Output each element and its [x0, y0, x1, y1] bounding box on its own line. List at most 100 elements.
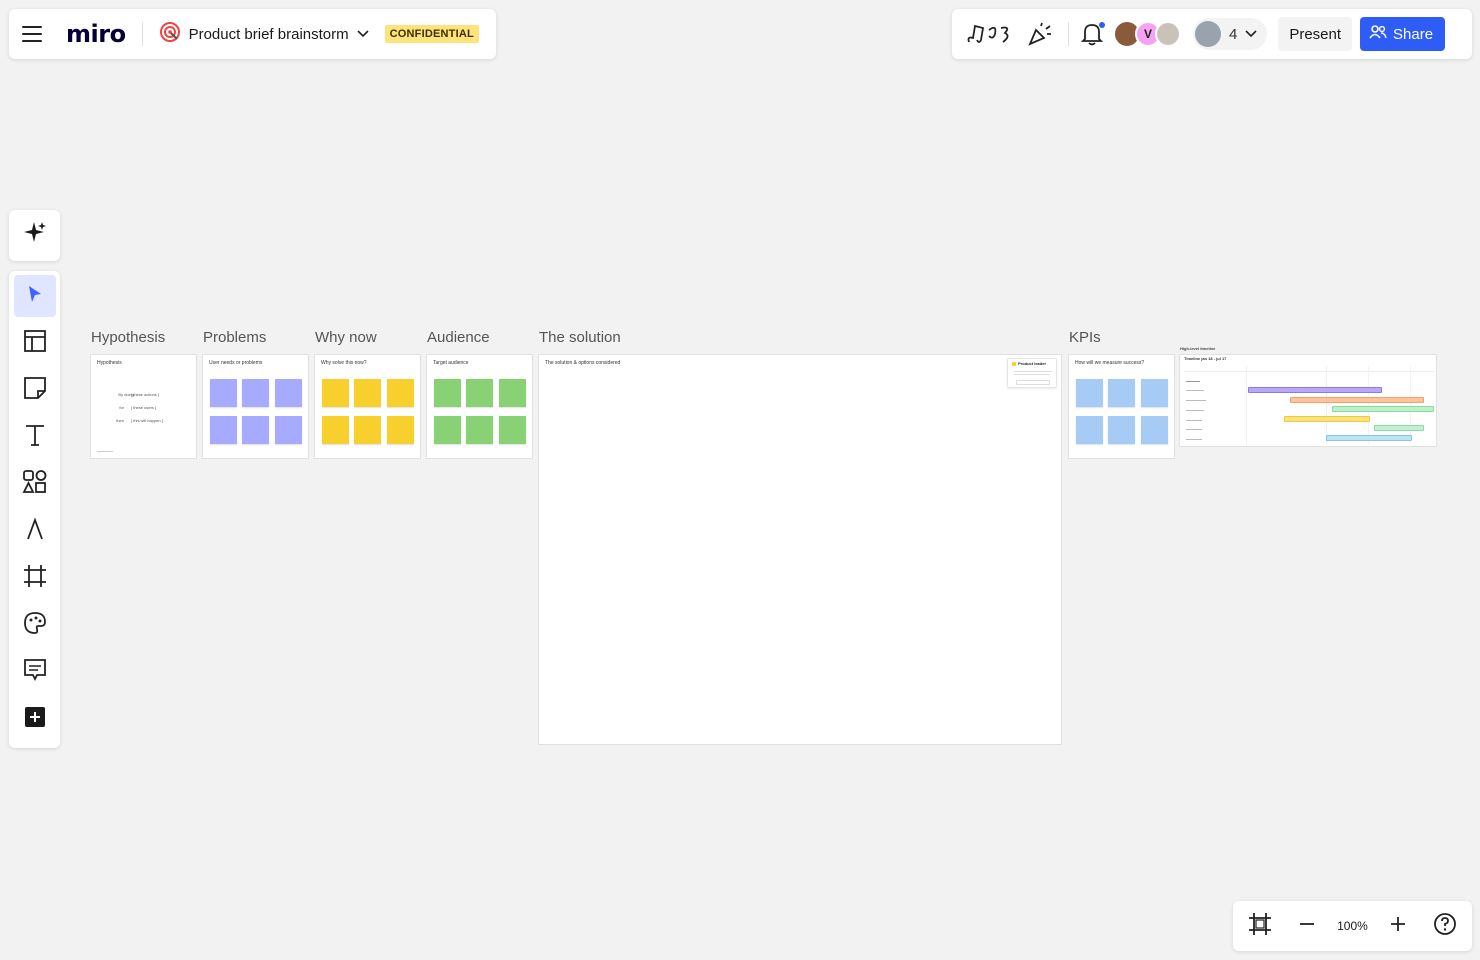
- timeline-bar[interactable]: [1374, 425, 1424, 431]
- sticky-note[interactable]: [1108, 379, 1135, 407]
- text-tool[interactable]: [14, 416, 56, 458]
- plus-icon: [1389, 915, 1407, 938]
- card-button[interactable]: [1016, 380, 1050, 385]
- select-tool[interactable]: [13, 275, 56, 317]
- timeline-bar[interactable]: [1332, 406, 1434, 412]
- more-apps-tool[interactable]: [14, 698, 56, 740]
- frame-title: The solution & options considered: [545, 360, 621, 366]
- help-icon: [1433, 912, 1457, 941]
- avatar[interactable]: [1155, 21, 1181, 47]
- timeline-row-label: [1186, 381, 1200, 382]
- sticky-note[interactable]: [1076, 379, 1103, 407]
- templates-tool[interactable]: [14, 322, 56, 364]
- sticky-note[interactable]: [322, 416, 349, 444]
- ai-assist-button[interactable]: [9, 210, 60, 261]
- sticky-note[interactable]: [434, 416, 461, 444]
- collaborator-count: 4: [1229, 25, 1238, 43]
- zoom-out-button[interactable]: [1290, 909, 1324, 943]
- collaborator-avatars[interactable]: V: [1113, 20, 1181, 48]
- music-icon[interactable]: [964, 22, 1014, 46]
- board-title[interactable]: Product brief brainstorm: [189, 26, 349, 43]
- comment-tool[interactable]: [14, 651, 56, 693]
- sticky-note[interactable]: [1141, 416, 1168, 444]
- sticky-note[interactable]: [242, 379, 269, 407]
- timeline-row-label: [1186, 420, 1202, 421]
- sticky-note-tool[interactable]: [14, 369, 56, 411]
- miro-logo[interactable]: miro: [66, 20, 126, 48]
- celebrate-icon[interactable]: [1022, 21, 1058, 47]
- sticky-note[interactable]: [387, 416, 414, 444]
- sticky-note[interactable]: [354, 379, 381, 407]
- help-button[interactable]: [1428, 909, 1462, 943]
- layout-icon: [23, 329, 47, 358]
- sticky-note[interactable]: [499, 416, 526, 444]
- frame-title: User needs or problems: [209, 360, 263, 366]
- frame-label-audience[interactable]: Audience: [427, 329, 490, 346]
- share-button[interactable]: Share: [1360, 17, 1446, 51]
- timeline-grid-line: [1368, 366, 1369, 444]
- timeline-bar[interactable]: [1284, 416, 1370, 422]
- timeline-grid-line: [1410, 366, 1411, 444]
- sticky-note[interactable]: [210, 416, 237, 444]
- plus-square-icon: [24, 706, 46, 733]
- timeline-bar[interactable]: [1290, 397, 1424, 403]
- pen-tool[interactable]: [14, 510, 56, 552]
- why-now-frame[interactable]: Why solve this now?: [314, 354, 421, 459]
- collaborators-dropdown[interactable]: 4: [1193, 18, 1268, 50]
- zoom-in-button[interactable]: [1381, 909, 1415, 943]
- hypothesis-frame[interactable]: Hypothesis By doing [ these actions ] fo…: [90, 354, 197, 459]
- card-text-line: [1014, 374, 1050, 375]
- timeline-row-label: [1186, 390, 1204, 391]
- chevron-down-icon[interactable]: [357, 25, 369, 43]
- sticky-note[interactable]: [322, 379, 349, 407]
- palette-icon: [23, 611, 47, 640]
- timeline-frame[interactable]: Timeline jan 18 - jul 17: [1179, 354, 1437, 447]
- timeline-grid-line: [1246, 366, 1247, 444]
- tools-toolbar: [9, 271, 60, 748]
- card-emoji: [1012, 362, 1016, 366]
- collaboration-toolbar: V 4 Present Share: [952, 9, 1472, 59]
- hypothesis-row-value: [ this will happen ]: [131, 418, 163, 423]
- sticky-note[interactable]: [499, 379, 526, 407]
- timeline-title[interactable]: High-level timeline: [1180, 346, 1215, 351]
- hypothesis-row-value: [ these users ]: [131, 405, 157, 410]
- sticky-note[interactable]: [242, 416, 269, 444]
- kpis-frame[interactable]: How will we measure success?: [1068, 354, 1175, 459]
- timeline-header-row: [1184, 366, 1434, 372]
- audience-frame[interactable]: Target audience: [426, 354, 533, 459]
- frame-tool[interactable]: [14, 557, 56, 599]
- solution-frame[interactable]: The solution & options considered Produc…: [538, 354, 1062, 745]
- sticky-note[interactable]: [1108, 416, 1135, 444]
- frame-label-why-now[interactable]: Why now: [315, 329, 377, 346]
- problems-frame[interactable]: User needs or problems: [202, 354, 309, 459]
- frame-label-hypothesis[interactable]: Hypothesis: [91, 329, 165, 346]
- stickers-tool[interactable]: [14, 604, 56, 646]
- sticky-note[interactable]: [387, 379, 414, 407]
- shapes-tool[interactable]: [14, 463, 56, 505]
- sticky-note[interactable]: [1141, 379, 1168, 407]
- hypothesis-row-key: then: [116, 418, 124, 423]
- sticky-note[interactable]: [354, 416, 381, 444]
- main-menu-icon[interactable]: [22, 9, 46, 59]
- timeline-bar[interactable]: [1326, 435, 1412, 441]
- sticky-note[interactable]: [210, 379, 237, 407]
- frame-title: Target audience: [433, 360, 469, 366]
- frame-label-kpis[interactable]: KPIs: [1069, 329, 1101, 346]
- fit-to-screen-button[interactable]: [1243, 909, 1277, 943]
- sticky-note[interactable]: [434, 379, 461, 407]
- confidential-badge[interactable]: CONFIDENTIAL: [384, 25, 479, 43]
- frame-icon: [1248, 912, 1272, 941]
- timeline-bar[interactable]: [1248, 387, 1382, 393]
- zoom-level[interactable]: 100%: [1337, 919, 1368, 933]
- sticky-note[interactable]: [466, 379, 493, 407]
- frame-label-solution[interactable]: The solution: [539, 329, 621, 346]
- sticky-note[interactable]: [275, 416, 302, 444]
- frame-label-problems[interactable]: Problems: [203, 329, 266, 346]
- notifications-bell-icon[interactable]: [1079, 22, 1105, 46]
- users-icon: [1369, 25, 1387, 43]
- sticky-note[interactable]: [1076, 416, 1103, 444]
- sticky-note[interactable]: [275, 379, 302, 407]
- product-leader-card[interactable]: Product leader: [1007, 358, 1057, 388]
- sticky-note[interactable]: [466, 416, 493, 444]
- present-button[interactable]: Present: [1278, 17, 1353, 51]
